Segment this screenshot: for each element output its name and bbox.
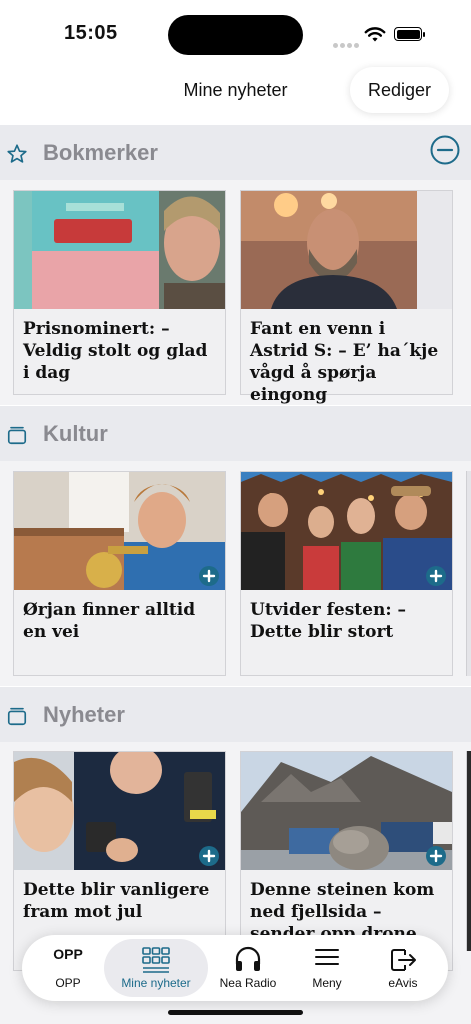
add-bookmark-icon[interactable] — [426, 846, 446, 866]
section-title: Kultur — [43, 421, 108, 446]
section-header: Bokmerker — [0, 125, 471, 180]
stack-icon — [7, 707, 27, 726]
tab-label: eAvis — [388, 976, 418, 990]
section-header: Nyheter — [0, 687, 471, 742]
cellular-signal-icon — [333, 35, 361, 53]
article-card[interactable]: Prisnominert: – Veldig stolt og glad i d… — [13, 190, 226, 395]
star-icon — [7, 144, 27, 163]
wifi-icon — [364, 27, 386, 42]
tab-opp[interactable]: OPP OPP — [26, 935, 110, 1001]
article-title: Fant en venn i Astrid S: – E’ ha´kje våg… — [250, 319, 439, 405]
edit-button[interactable]: Rediger — [350, 67, 449, 113]
article-card[interactable]: Fant en venn i Astrid S: – E’ ha´kje våg… — [240, 190, 453, 405]
article-image — [241, 752, 452, 870]
section-title: Bokmerker — [43, 140, 158, 165]
tab-label: Mine nyheter — [121, 976, 191, 990]
article-image — [14, 472, 225, 590]
stack-icon — [7, 426, 27, 445]
article-image — [14, 752, 225, 870]
section-header: Kultur — [0, 406, 471, 461]
tab-label: Meny — [312, 976, 342, 990]
article-card[interactable]: Ørjan finner alltid en vei — [13, 471, 226, 676]
status-time: 15:05 — [64, 22, 118, 44]
article-image — [241, 472, 452, 590]
next-card-peek — [466, 751, 471, 951]
add-bookmark-icon[interactable] — [199, 846, 219, 866]
section-kultur: Kultur Ørjan finner alltid en vei Utvide… — [0, 406, 471, 686]
grid-icon — [142, 947, 170, 973]
add-bookmark-icon[interactable] — [199, 566, 219, 586]
tab-meny[interactable]: Meny — [285, 935, 369, 1001]
article-title: Prisnominert: – Veldig stolt og glad i d… — [23, 319, 208, 383]
hamburger-menu-icon — [315, 949, 339, 965]
section-title: Nyheter — [43, 702, 125, 727]
article-title: Utvider festen: – Dette blir stort — [250, 600, 407, 642]
article-title: Ørjan finner alltid en vei — [23, 600, 196, 642]
headphones-icon — [235, 946, 261, 971]
article-image — [241, 191, 452, 309]
opp-logo-icon: OPP — [53, 946, 83, 962]
battery-icon — [394, 27, 422, 41]
article-title: Dette blir vanligere fram mot jul — [23, 880, 210, 922]
tab-mine-nyheter[interactable]: Mine nyheter — [104, 939, 208, 997]
article-card[interactable]: Utvider festen: – Dette blir stort — [240, 471, 453, 676]
status-bar: 15:05 — [0, 0, 471, 64]
next-card-peek — [466, 471, 471, 676]
tab-label: Nea Radio — [219, 976, 277, 990]
section-bokmerker: Bokmerker Prisnominert: – Veldig stolt o… — [0, 125, 471, 405]
tab-eavis[interactable]: eAvis — [361, 935, 445, 1001]
tab-label: OPP — [55, 976, 81, 990]
exit-arrow-icon — [391, 949, 416, 971]
add-bookmark-icon[interactable] — [426, 566, 446, 586]
tab-bar: OPP OPP Mine nyheter Nea Radio Meny eAvi… — [22, 935, 448, 1001]
remove-section-icon[interactable] — [430, 135, 460, 165]
article-image — [14, 191, 225, 309]
home-indicator — [168, 1010, 303, 1015]
dynamic-island — [168, 15, 303, 55]
tab-nea-radio[interactable]: Nea Radio — [206, 935, 290, 1001]
